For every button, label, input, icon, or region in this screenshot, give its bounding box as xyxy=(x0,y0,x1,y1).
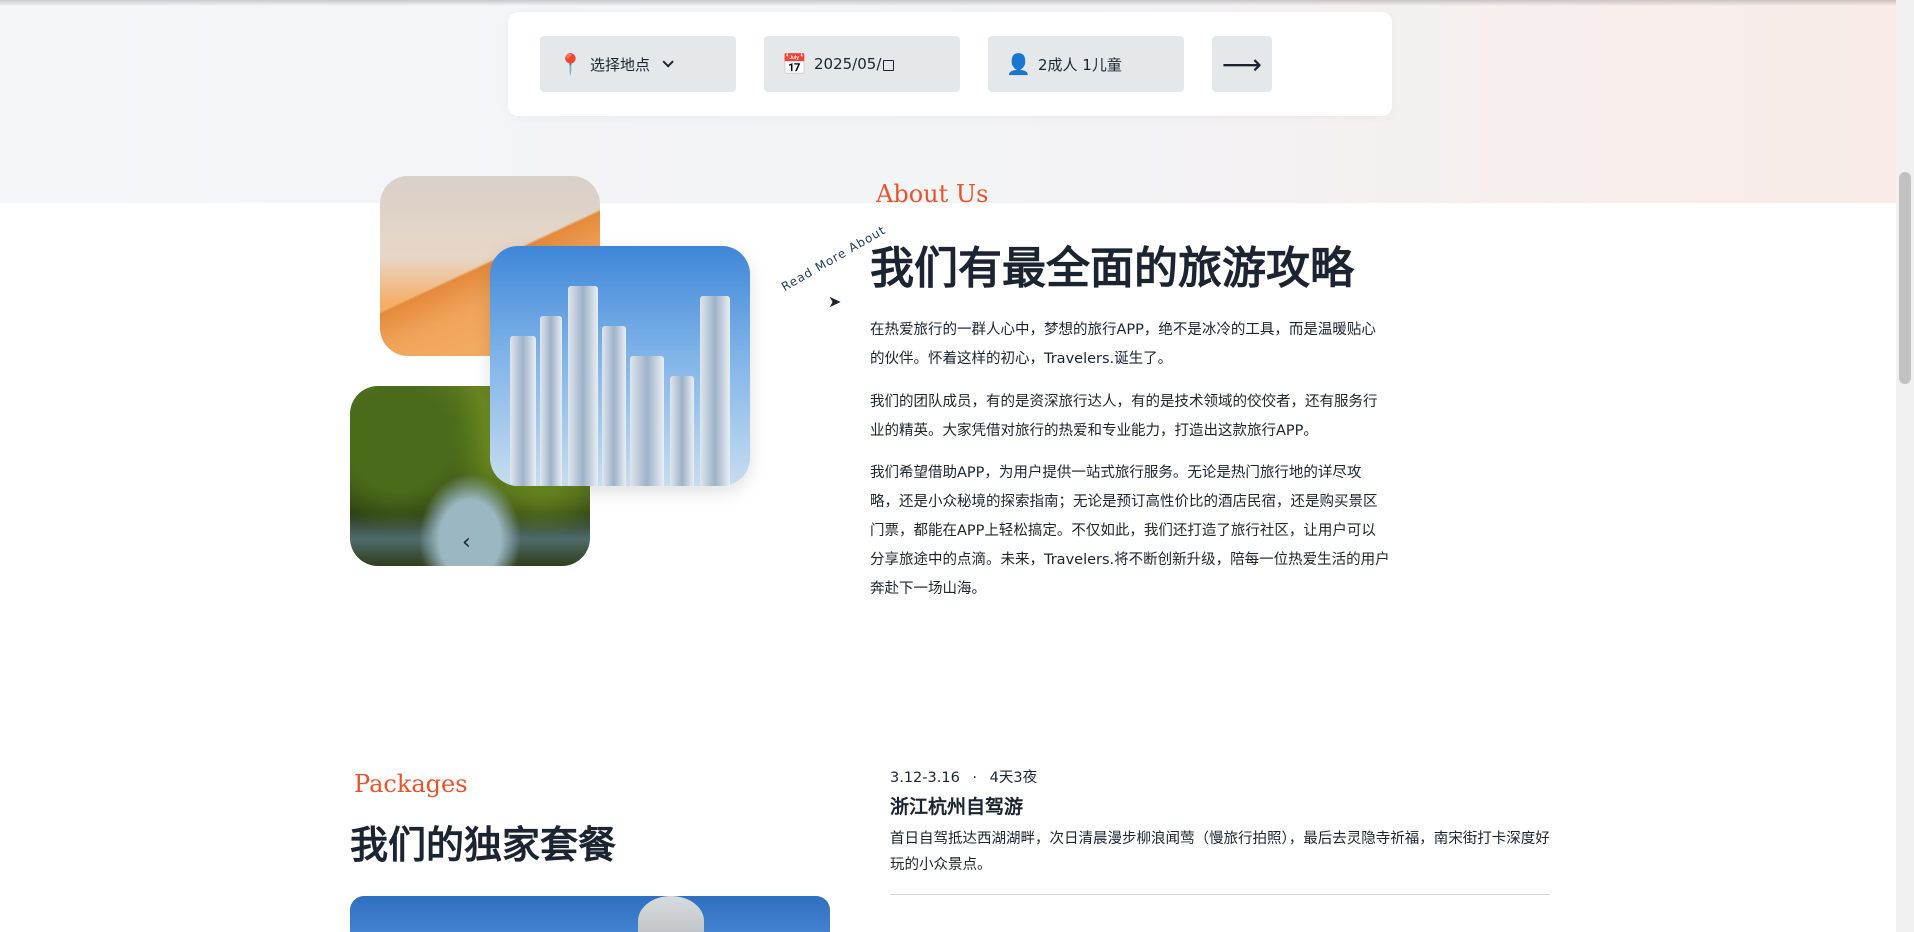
date-picker-icon[interactable] xyxy=(883,59,895,71)
package-duration: 4天3夜 xyxy=(989,770,1038,786)
date-value: 2025/05/ xyxy=(814,55,882,73)
guests-label: 2成人 1儿童 xyxy=(1038,55,1122,74)
date-input[interactable]: 📅 2025/05/ xyxy=(764,36,960,92)
package-dates: 3.12-3.16 xyxy=(890,770,960,786)
top-shadow xyxy=(0,0,1896,6)
about-paragraph: 我们的团队成员，有的是资深旅行达人，有的是技术领域的佼佼者，还有服务行业的精英。… xyxy=(870,394,1378,439)
guests-select[interactable]: 👤 2成人 1儿童 xyxy=(988,36,1184,92)
calendar-icon: 📅 xyxy=(782,52,807,76)
package-title[interactable]: 浙江杭州自驾游 xyxy=(890,792,1023,819)
about-heading: 我们有最全面的旅游攻略 xyxy=(870,243,1354,294)
about-paragraph: 在热爱旅行的一群人心中，梦想的旅行APP，绝不是冰冷的工具，而是温暖贴心的伙伴。… xyxy=(870,322,1376,367)
statue-image xyxy=(350,896,830,932)
city-skyline-image xyxy=(490,246,750,486)
arrow-right-icon: ⟶ xyxy=(1221,47,1263,81)
package-description: 首日自驾抵达西湖湖畔，次日清晨漫步柳浪闻莺（慢旅行拍照），最后去灵隐寺祈福，南宋… xyxy=(890,831,1550,873)
package-meta: 3.12-3.16 · 4天3夜 xyxy=(890,766,1037,787)
user-icon: 👤 xyxy=(1006,52,1031,76)
packages-heading: 我们的独家套餐 xyxy=(350,823,617,867)
location-label: 选择地点 xyxy=(590,55,651,74)
scrollbar-thumb[interactable] xyxy=(1899,172,1911,384)
search-submit-button[interactable]: ⟶ xyxy=(1212,36,1272,92)
search-card: 📍 选择地点 📅 2025/05/ 👤 2成人 1儿童 ⟶ xyxy=(508,12,1392,116)
scrollbar[interactable] xyxy=(1896,0,1914,932)
map-pin-icon: 📍 xyxy=(558,52,583,76)
chevron-down-icon xyxy=(662,56,674,68)
packages-eyebrow: Packages xyxy=(354,770,468,798)
package-separator: · xyxy=(972,770,978,786)
chevron-left-icon[interactable]: ‹ xyxy=(462,530,471,555)
about-eyebrow: About Us xyxy=(876,180,989,208)
location-select[interactable]: 📍 选择地点 xyxy=(540,36,736,92)
arrow-up-icon[interactable]: ➤ xyxy=(828,292,841,311)
divider xyxy=(890,894,1550,895)
about-paragraph: 我们希望借助APP，为用户提供一站式旅行服务。无论是热门旅行地的详尽攻略，还是小… xyxy=(870,465,1390,597)
